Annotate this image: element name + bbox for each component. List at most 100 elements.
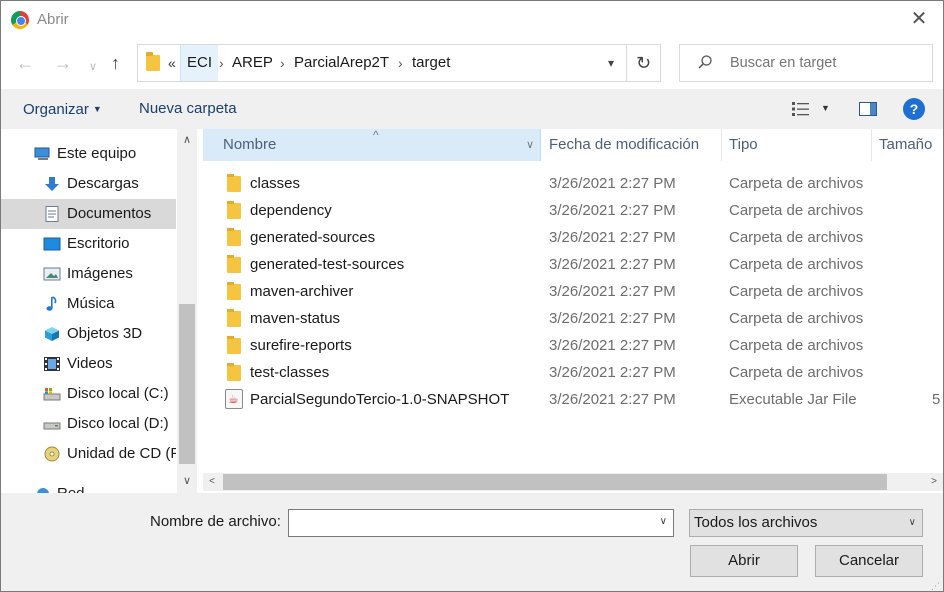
file-name: ParcialSegundoTercio-1.0-SNAPSHOT — [250, 391, 510, 408]
close-icon[interactable]: ✕ — [907, 7, 931, 31]
search-box[interactable] — [679, 44, 933, 82]
breadcrumb-target[interactable]: target — [412, 45, 450, 81]
address-bar[interactable]: « ECI › AREP › ParcialArep2T › target ▾ … — [137, 44, 661, 82]
column-filter-chevron-icon[interactable]: ∨ — [526, 129, 534, 161]
sidebar-item-label: Música — [67, 295, 115, 312]
breadcrumb-arep[interactable]: AREP — [232, 45, 273, 81]
column-header-type[interactable]: Tipo — [729, 129, 758, 161]
refresh-icon[interactable]: ↻ — [626, 45, 660, 81]
cancel-button[interactable]: Cancelar — [815, 545, 923, 577]
view-options-icon[interactable] — [791, 101, 811, 117]
folder-icon — [227, 336, 241, 354]
file-row[interactable]: test-classes 3/26/2021 2:27 PM Carpeta d… — [203, 359, 943, 386]
up-arrow-icon[interactable]: ↑ — [111, 53, 120, 73]
scroll-down-arrow-icon[interactable]: ∨ — [177, 474, 197, 487]
recent-locations-chevron-icon[interactable]: ∨ — [89, 57, 97, 77]
filename-dropdown-chevron-icon[interactable]: ∨ — [660, 516, 667, 527]
navigation-bar: ← → ∨ ↑ « ECI › AREP › ParcialArep2T › t… — [1, 41, 943, 87]
file-date: 3/26/2021 2:27 PM — [549, 364, 676, 381]
file-row[interactable]: classes 3/26/2021 2:27 PM Carpeta de arc… — [203, 170, 943, 197]
resize-grip-icon[interactable]: ⋰ — [931, 581, 941, 591]
sidebar-scrollbar[interactable]: ∧ ∨ — [177, 129, 197, 493]
sidebar-item-documentos[interactable]: Documentos — [1, 199, 176, 229]
sidebar-item-este-equipo[interactable]: Este equipo — [1, 139, 176, 169]
file-name: classes — [250, 175, 301, 192]
horizontal-scroll-thumb[interactable] — [223, 474, 887, 490]
file-type-filter-value: Todos los archivos — [694, 514, 818, 531]
column-header-size[interactable]: Tamaño — [879, 129, 932, 161]
breadcrumb-separator-icon[interactable]: › — [219, 45, 224, 81]
title-bar: Abrir ✕ — [1, 1, 943, 39]
file-list-horizontal-scrollbar[interactable]: < > — [203, 473, 943, 491]
breadcrumb-parcialarep2t[interactable]: ParcialArep2T — [294, 45, 389, 81]
file-type: Carpeta de archivos — [729, 337, 864, 354]
sidebar-item-musica[interactable]: Música — [1, 289, 176, 319]
filename-combobox[interactable]: ∨ — [288, 509, 674, 537]
sidebar-scroll-thumb[interactable] — [179, 304, 195, 464]
file-row[interactable]: dependency 3/26/2021 2:27 PM Carpeta de … — [203, 197, 943, 224]
sidebar-item-label: Disco local (D:) — [67, 415, 169, 432]
scroll-right-arrow-icon[interactable]: > — [925, 473, 943, 491]
sidebar-item-red[interactable]: Red — [1, 479, 176, 493]
column-header-date[interactable]: Fecha de modificación — [549, 129, 699, 161]
organize-button[interactable]: Organizar ▼ — [23, 89, 102, 129]
open-file-dialog: Abrir ✕ ← → ∨ ↑ « ECI › AREP › ParcialAr… — [0, 0, 944, 592]
file-row[interactable]: generated-test-sources 3/26/2021 2:27 PM… — [203, 251, 943, 278]
filter-dropdown-chevron-icon: ∨ — [908, 517, 916, 528]
file-row[interactable]: surefire-reports 3/26/2021 2:27 PM Carpe… — [203, 332, 943, 359]
breadcrumb-separator-icon[interactable]: › — [398, 45, 403, 81]
sidebar-item-disco-d[interactable]: Disco local (D:) — [1, 409, 176, 439]
sidebar-item-label: Documentos — [67, 205, 152, 222]
objects-3d-icon — [45, 327, 59, 341]
file-name: test-classes — [250, 364, 330, 381]
view-caret-down-icon[interactable]: ▼ — [821, 103, 830, 113]
column-header-name[interactable]: ^ Nombre ∨ — [203, 129, 541, 161]
file-row[interactable]: ParcialSegundoTercio-1.0-SNAPSHOT 3/26/2… — [203, 386, 943, 413]
file-date: 3/26/2021 2:27 PM — [549, 202, 676, 219]
file-list: ^ Nombre ∨ Fecha de modificación Tipo Ta… — [203, 129, 943, 493]
forward-arrow-icon[interactable]: → — [54, 53, 72, 73]
column-divider[interactable] — [721, 129, 722, 161]
file-date: 3/26/2021 2:27 PM — [549, 256, 676, 273]
sidebar-item-objetos-3d[interactable]: Objetos 3D — [1, 319, 176, 349]
sidebar-item-videos[interactable]: Videos — [1, 349, 176, 379]
preview-pane-icon[interactable] — [859, 102, 877, 116]
sidebar-item-escritorio[interactable]: Escritorio — [1, 229, 176, 259]
back-arrow-icon[interactable]: ← — [16, 53, 34, 73]
file-name: dependency — [250, 202, 332, 219]
search-icon — [698, 55, 712, 69]
file-date: 3/26/2021 2:27 PM — [549, 283, 676, 300]
desktop-icon — [43, 237, 61, 251]
file-date: 3/26/2021 2:27 PM — [549, 310, 676, 327]
open-button[interactable]: Abrir — [690, 545, 798, 577]
sidebar-item-unidad-cd[interactable]: Unidad de CD (F — [1, 439, 176, 469]
breadcrumb-overflow[interactable]: « — [168, 55, 176, 71]
file-name: maven-archiver — [250, 283, 354, 300]
file-row[interactable]: maven-status 3/26/2021 2:27 PM Carpeta d… — [203, 305, 943, 332]
navigation-pane: Este equipo Descargas Documentos Escrito… — [1, 129, 197, 493]
help-icon[interactable]: ? — [903, 98, 925, 120]
sidebar-item-imagenes[interactable]: Imágenes — [1, 259, 176, 289]
dialog-footer: Nombre de archivo: ∨ Todos los archivos … — [1, 493, 943, 591]
command-toolbar: Organizar ▼ Nueva carpeta ▼ ? — [1, 89, 943, 129]
sidebar-item-disco-c[interactable]: Disco local (C:) — [1, 379, 176, 409]
search-input[interactable] — [730, 45, 920, 81]
column-divider[interactable] — [871, 129, 872, 161]
file-type-filter-select[interactable]: Todos los archivos ∨ — [689, 509, 923, 537]
sidebar-item-label: Descargas — [67, 175, 139, 192]
jar-file-icon — [225, 386, 243, 413]
breadcrumb-eci[interactable]: ECI — [180, 45, 219, 81]
sidebar-item-label: Escritorio — [67, 235, 130, 252]
address-dropdown-chevron-icon[interactable]: ▾ — [596, 45, 626, 81]
document-icon — [45, 206, 59, 222]
sidebar-item-label: Disco local (C:) — [67, 385, 169, 402]
new-folder-button[interactable]: Nueva carpeta — [139, 89, 237, 129]
pictures-icon — [43, 267, 61, 281]
scroll-left-arrow-icon[interactable]: < — [203, 473, 221, 491]
filename-input[interactable] — [289, 510, 649, 536]
breadcrumb-separator-icon[interactable]: › — [280, 45, 285, 81]
file-row[interactable]: maven-archiver 3/26/2021 2:27 PM Carpeta… — [203, 278, 943, 305]
scroll-up-arrow-icon[interactable]: ∧ — [177, 133, 197, 146]
sidebar-item-descargas[interactable]: Descargas — [1, 169, 176, 199]
file-row[interactable]: generated-sources 3/26/2021 2:27 PM Carp… — [203, 224, 943, 251]
